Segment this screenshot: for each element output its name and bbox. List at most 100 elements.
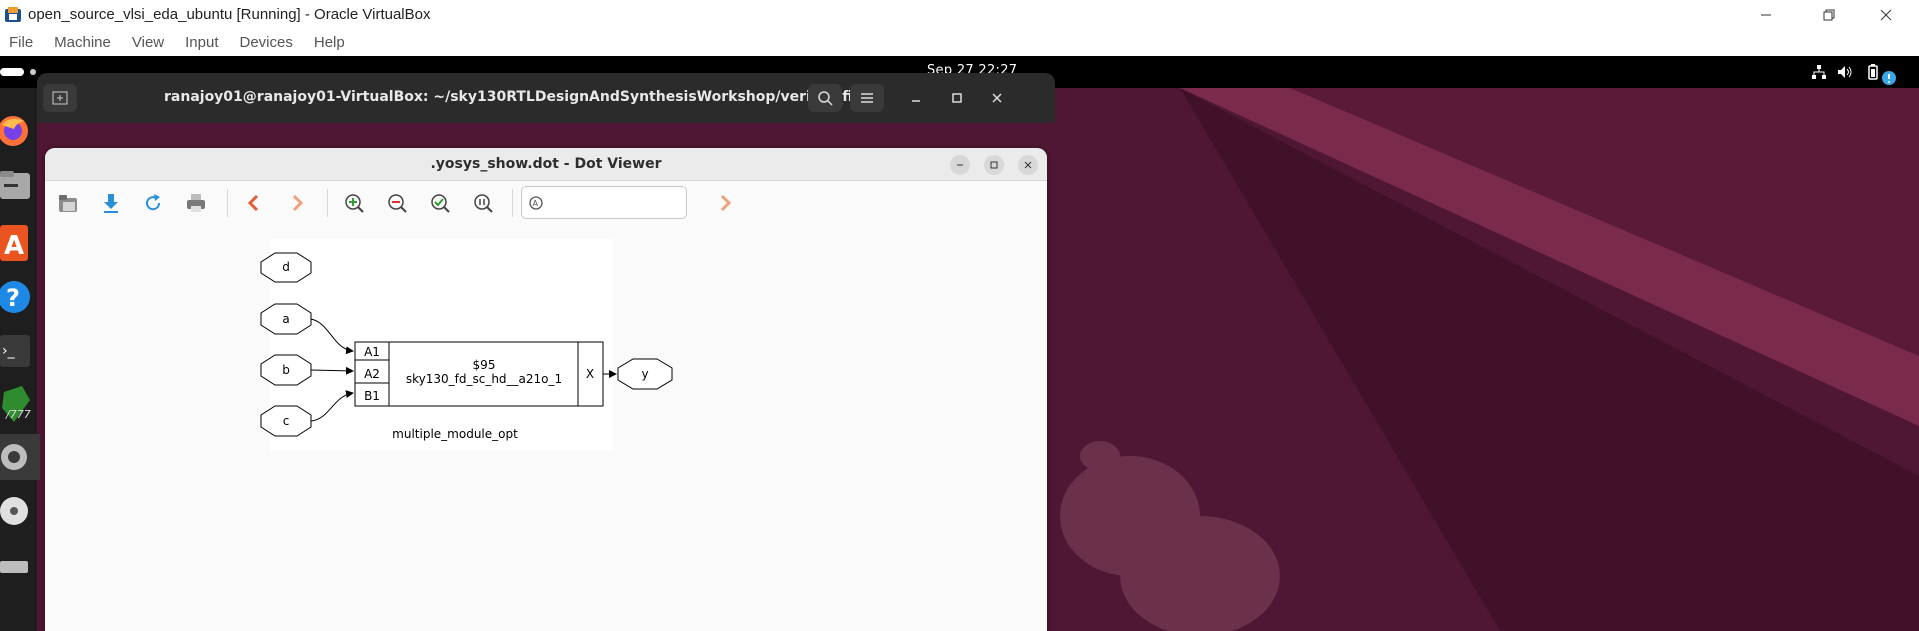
close-icon (992, 93, 1002, 103)
menu-help[interactable]: Help (314, 34, 345, 51)
menu-file[interactable]: File (9, 34, 33, 51)
terminal-window: ranajoy01@ranajoy01-VirtualBox: ~/sky130… (37, 73, 1055, 123)
search-icon (818, 91, 833, 106)
reload-icon (146, 194, 161, 211)
dock-settings[interactable] (0, 434, 40, 480)
netlist-graph: d a b c A1 A2 B1 $95 sky130_fd_sc_hd__a2… (260, 252, 673, 441)
minimize-button[interactable] (1745, 0, 1787, 29)
host-window-title: open_source_vlsi_eda_ubuntu [Running] - … (28, 6, 431, 23)
cell-id: $95 (473, 358, 496, 372)
cell-input-b1: B1 (364, 389, 380, 403)
graph-canvas[interactable]: d a b c A1 A2 B1 $95 sky130_fd_sc_hd__a2… (45, 225, 1047, 631)
input-label-b: b (282, 363, 290, 377)
open-button[interactable] (54, 190, 82, 216)
dv-minimize-button[interactable] (950, 155, 970, 175)
host-menubar: File Machine View Input Devices Help (0, 29, 1919, 56)
new-tab-icon (52, 91, 68, 105)
activities-button[interactable] (0, 68, 24, 76)
dot-viewer-window: .yosys_show.dot - Dot Viewer A d a b c A… (45, 148, 1047, 631)
volume-tray[interactable] (1835, 62, 1855, 82)
guest-desktop: Sep 27 22:27 A ? ›_ /777 ranajoy01@ranaj… (0, 56, 1919, 631)
chevron-left-icon (247, 194, 259, 212)
cell-output-x: X (586, 367, 594, 381)
terminal-menu-button[interactable] (850, 84, 884, 112)
dot-viewer-title: .yosys_show.dot - Dot Viewer (430, 156, 662, 172)
virtualbox-icon (5, 6, 21, 22)
back-button[interactable] (240, 190, 268, 216)
menu-input[interactable]: Input (185, 34, 218, 51)
dock-app-center[interactable]: A (0, 220, 37, 266)
forward-button[interactable] (283, 190, 311, 216)
restore-icon (1823, 9, 1835, 20)
network-icon (1812, 65, 1826, 79)
reload-button[interactable] (139, 190, 167, 216)
zoom-in-icon (345, 194, 364, 213)
svg-text:/777: /777 (5, 408, 31, 421)
svg-text:?: ? (6, 284, 20, 312)
minimize-icon (957, 164, 963, 166)
network-tray[interactable] (1809, 62, 1829, 82)
dv-maximize-button[interactable] (984, 155, 1004, 175)
chevron-right-icon (720, 194, 732, 212)
hamburger-menu-icon (861, 93, 873, 103)
gvim-icon: /777 (2, 386, 31, 422)
edge-c-b1 (310, 390, 354, 422)
terminal-minimize-button[interactable] (899, 84, 933, 112)
dock-disc[interactable] (0, 488, 37, 534)
terminal-close-button[interactable] (980, 84, 1014, 112)
dot-viewer-toolbar: A (45, 181, 1047, 225)
cell-input-a2: A2 (364, 367, 380, 381)
download-icon (104, 194, 118, 213)
zoom-out-button[interactable] (383, 190, 411, 216)
dot-viewer-header: .yosys_show.dot - Dot Viewer (45, 148, 1047, 181)
zoom-in-button[interactable] (340, 190, 368, 216)
svg-text:A: A (4, 231, 24, 261)
menu-devices[interactable]: Devices (240, 34, 293, 51)
save-button[interactable] (97, 190, 125, 216)
close-icon (1024, 161, 1032, 169)
find-next-button[interactable] (711, 190, 739, 216)
volume-icon (1838, 66, 1852, 78)
zoom-100-button[interactable] (469, 190, 497, 216)
dock-help[interactable]: ? (0, 274, 37, 320)
minimize-icon (1761, 14, 1771, 15)
dock-gvim[interactable]: /777 (0, 382, 37, 428)
toolbar-separator (227, 189, 228, 217)
close-icon (1880, 9, 1892, 20)
new-tab-button[interactable] (43, 84, 77, 112)
edge-b-a2 (310, 366, 354, 375)
files-icon (0, 171, 30, 199)
zoom-fit-button[interactable] (426, 190, 454, 216)
print-button[interactable] (182, 190, 210, 216)
terminal-maximize-button[interactable] (940, 84, 974, 112)
dock-terminal[interactable]: ›_ (0, 328, 37, 374)
maximize-icon (990, 161, 998, 169)
help-icon: ? (0, 281, 30, 313)
cell-type: sky130_fd_sc_hd__a21o_1 (406, 372, 562, 386)
dock-firefox[interactable] (0, 108, 37, 154)
terminal-search-button[interactable] (808, 84, 842, 112)
notification-badge-icon (1882, 71, 1896, 85)
terminal-title: ranajoy01@ranajoy01-VirtualBox: ~/sky130… (164, 89, 876, 105)
input-label-c: c (283, 414, 290, 428)
zoom-out-icon (388, 194, 407, 213)
toolbar-separator (512, 189, 513, 217)
menu-machine[interactable]: Machine (54, 34, 111, 51)
dock-drive[interactable] (0, 540, 37, 586)
dock-files[interactable] (0, 162, 37, 208)
close-button[interactable] (1865, 0, 1907, 29)
minimize-icon (912, 100, 920, 102)
svg-text:A: A (533, 199, 539, 208)
firefox-icon (0, 116, 28, 146)
restore-button[interactable] (1808, 0, 1850, 29)
input-label-d: d (282, 260, 290, 274)
dv-close-button[interactable] (1018, 155, 1038, 175)
app-center-icon: A (0, 225, 28, 261)
terminal-icon: ›_ (0, 335, 30, 367)
menu-view[interactable]: View (132, 34, 164, 51)
output-label-y: y (641, 367, 648, 381)
edge-a-a1 (310, 318, 354, 355)
find-field[interactable]: A (521, 186, 687, 219)
workspace-dot[interactable] (30, 69, 36, 75)
host-titlebar: open_source_vlsi_eda_ubuntu [Running] - … (0, 0, 1919, 29)
